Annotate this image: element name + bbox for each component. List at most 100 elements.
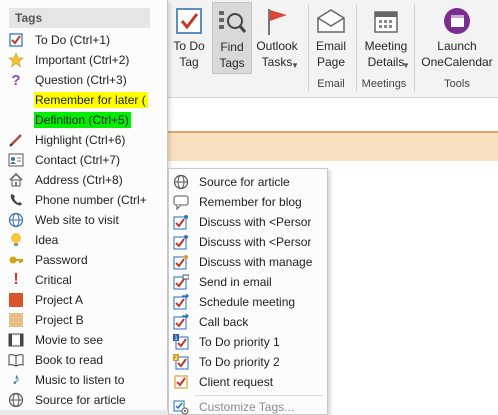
menu-separator: [195, 395, 323, 396]
outlook-tasks-button[interactable]: Outlook Tasks ▼: [254, 2, 300, 74]
tag-item-label: Definition (Ctrl+5): [34, 112, 131, 128]
sub-item-label: Source for article: [199, 175, 290, 189]
checkbox-priority1-icon: 1: [172, 333, 190, 351]
tag-item-label: Question (Ctrl+3): [35, 73, 127, 87]
launch-onecalendar-button[interactable]: Launch OneCalendar: [418, 2, 496, 74]
todo-tag-button[interactable]: To Do Tag: [168, 2, 210, 74]
tag-item-label: Project A: [35, 293, 84, 307]
envelope-icon: [313, 4, 349, 38]
sub-item-label: Call back: [199, 315, 249, 329]
tag-item-discuss-with-person-b[interactable]: Discuss with <Persor: [169, 232, 327, 252]
checkbox-arrow-icon: [172, 293, 190, 311]
checkbox-person-icon: [172, 233, 190, 251]
tag-item-phone-number[interactable]: Phone number (Ctrl+: [0, 190, 168, 210]
tan-square-icon: [7, 311, 25, 329]
checkbox-person-icon: [172, 213, 190, 231]
tag-item-label: Critical: [35, 273, 72, 287]
tag-item-book-to-read[interactable]: Book to read: [0, 350, 168, 370]
tag-item-highlight[interactable]: Highlight (Ctrl+6): [0, 130, 168, 150]
phone-icon: [7, 191, 25, 209]
tag-item-critical[interactable]: ! Critical: [0, 270, 168, 290]
tag-item-to-do[interactable]: To Do (Ctrl+1): [0, 30, 168, 50]
tag-item-label: Project B: [35, 313, 84, 327]
checkbox-checked-icon: [172, 373, 190, 391]
tag-item-music-to-listen-to[interactable]: ♪ Music to listen to: [0, 370, 168, 390]
sub-item-label: Send in email: [199, 275, 272, 289]
checkbox-envelope-icon: [172, 273, 190, 291]
tag-item-schedule-meeting[interactable]: Schedule meeting: [169, 292, 327, 312]
tag-item-label: Web site to visit: [35, 213, 119, 227]
sub-item-label: Schedule meeting: [199, 295, 296, 309]
svg-text:2: 2: [174, 355, 178, 362]
tag-item-label: Phone number (Ctrl+: [35, 193, 147, 207]
group-label-meetings: Meetings: [361, 78, 407, 90]
tag-item-remember-for-blog[interactable]: Remember for blog: [169, 192, 327, 212]
music-note-icon: ♪: [12, 371, 20, 388]
ribbon-separator: [308, 4, 309, 92]
tag-item-send-in-email[interactable]: Send in email: [169, 272, 327, 292]
tag-item-label: Highlight (Ctrl+6): [35, 133, 126, 147]
tag-item-label: Book to read: [35, 353, 104, 367]
tag-item-label: Music to listen to: [35, 373, 125, 387]
tag-item-label: Password: [35, 253, 88, 267]
tag-item-address[interactable]: Address (Ctrl+8): [0, 170, 168, 190]
onecalendar-icon: [439, 4, 475, 38]
tag-item-source-for-article[interactable]: Source for article: [169, 172, 327, 192]
star-icon: [7, 51, 25, 69]
customize-tags-label: Customize Tags...: [199, 400, 295, 414]
email-page-label: Email Page: [315, 39, 346, 69]
tag-item-label: Movie to see: [35, 333, 104, 347]
meeting-details-label: Meeting Details: [364, 39, 408, 69]
tag-item-source-for-article[interactable]: Source for article: [0, 390, 168, 410]
chevron-down-icon: ▼: [291, 61, 299, 70]
tag-item-project-a[interactable]: Project A: [0, 290, 168, 310]
tag-item-discuss-with-person-a[interactable]: Discuss with <Persor: [169, 212, 327, 232]
tag-item-password[interactable]: Password: [0, 250, 168, 270]
film-strip-icon: [7, 331, 25, 349]
tag-item-discuss-with-manager[interactable]: Discuss with manage: [169, 252, 327, 272]
flag-icon: [259, 4, 295, 38]
tag-item-client-request[interactable]: Client request: [169, 372, 327, 392]
ribbon-separator: [414, 4, 415, 92]
email-page-button[interactable]: Email Page: [312, 2, 350, 74]
tag-item-idea[interactable]: Idea: [0, 230, 168, 250]
sub-item-label: To Do priority 1: [199, 335, 280, 349]
checkbox-priority2-icon: 2: [172, 353, 190, 371]
launch-onecalendar-label: Launch OneCalendar: [421, 39, 493, 69]
tag-item-contact[interactable]: Contact (Ctrl+7): [0, 150, 168, 170]
contact-card-icon: [7, 151, 25, 169]
globe-link-icon: [7, 391, 25, 409]
sub-item-label: Remember for blog: [199, 195, 302, 209]
find-tags-label: Find Tags: [219, 40, 245, 70]
menu-scrollbar[interactable]: [0, 410, 168, 415]
sub-item-label: To Do priority 2: [199, 355, 280, 369]
red-square-icon: [7, 291, 25, 309]
find-tags-button[interactable]: Find Tags: [212, 2, 252, 74]
tag-item-to-do-priority-1[interactable]: 1 To Do priority 1: [169, 332, 327, 352]
meeting-details-button[interactable]: Meeting Details ▼: [360, 2, 412, 74]
tag-item-label: To Do (Ctrl+1): [35, 33, 111, 47]
tag-item-label: Source for article: [35, 393, 126, 407]
tag-item-important[interactable]: Important (Ctrl+2): [0, 50, 168, 70]
tag-item-call-back[interactable]: Call back: [169, 312, 327, 332]
calendar-icon: [368, 4, 404, 38]
tag-item-movie-to-see[interactable]: Movie to see: [0, 330, 168, 350]
customize-tags-item[interactable]: Customize Tags...: [169, 397, 327, 415]
checkbox-arrow-icon: [172, 313, 190, 331]
todo-tag-label: To Do Tag: [173, 39, 205, 69]
tag-item-to-do-priority-2[interactable]: 2 To Do priority 2: [169, 352, 327, 372]
tag-item-remember-for-later[interactable]: Remember for later (: [0, 90, 168, 110]
tag-item-web-site-to-visit[interactable]: Web site to visit: [0, 210, 168, 230]
sub-item-label: Discuss with <Persor: [199, 215, 312, 229]
key-icon: [7, 251, 25, 269]
tag-item-question[interactable]: ? Question (Ctrl+3): [0, 70, 168, 90]
sub-item-label: Discuss with manage: [199, 255, 313, 269]
tag-item-project-b[interactable]: Project B: [0, 310, 168, 330]
speech-bubble-icon: [172, 193, 190, 211]
sub-item-label: Client request: [199, 375, 274, 389]
tags-menu-header: Tags: [9, 8, 150, 28]
customize-tags-icon: [172, 398, 190, 415]
tag-item-label: Remember for later (: [34, 92, 148, 108]
tag-item-definition[interactable]: Definition (Ctrl+5): [0, 110, 168, 130]
sub-item-label: Discuss with <Persor: [199, 235, 312, 249]
